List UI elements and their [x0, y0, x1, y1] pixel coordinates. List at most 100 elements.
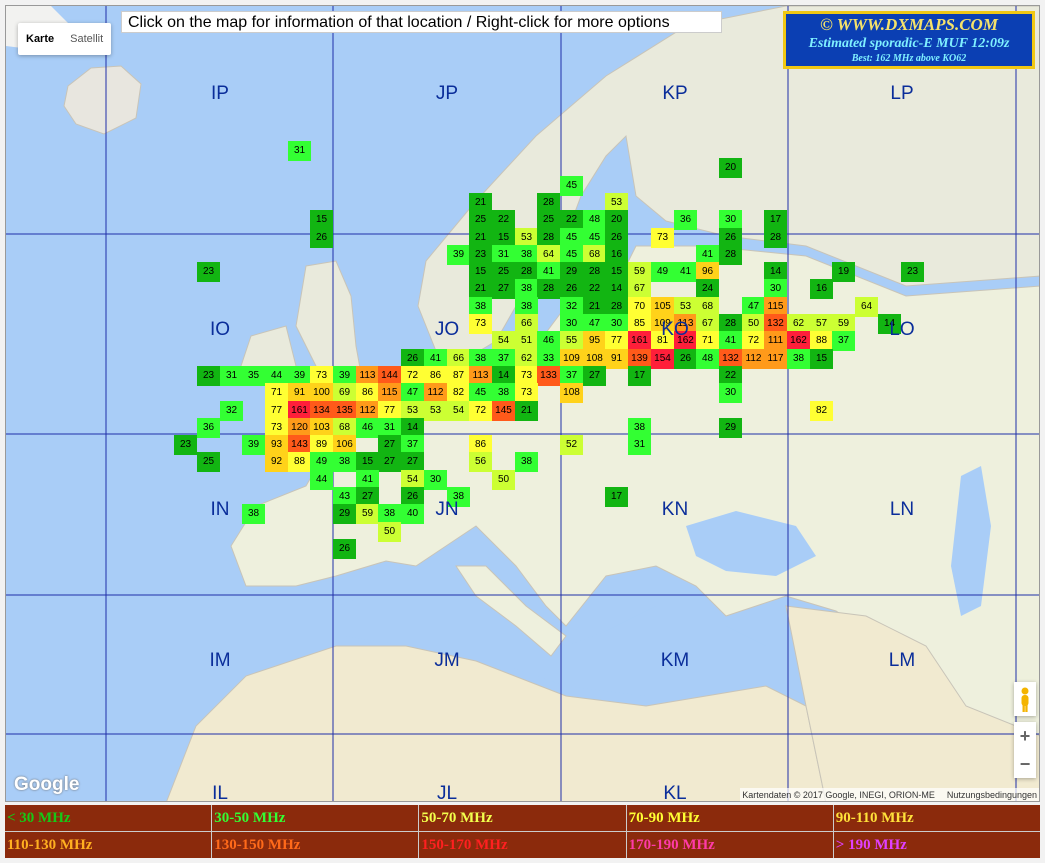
muf-square[interactable]: 45	[469, 383, 492, 403]
muf-square[interactable]: 38	[492, 383, 515, 403]
muf-square[interactable]: 100	[310, 383, 333, 403]
muf-square[interactable]: 26	[310, 228, 333, 248]
muf-square[interactable]: 71	[265, 383, 288, 403]
muf-square[interactable]: 35	[242, 366, 265, 386]
muf-square[interactable]: 112	[742, 349, 765, 369]
muf-square[interactable]: 50	[492, 470, 515, 490]
zoom-out-button[interactable]: −	[1014, 750, 1036, 778]
muf-square[interactable]: 45	[560, 176, 583, 196]
muf-square[interactable]: 77	[605, 331, 628, 351]
muf-square[interactable]: 117	[764, 349, 787, 369]
muf-square[interactable]: 50	[378, 522, 401, 542]
muf-square[interactable]: 25	[469, 210, 492, 230]
muf-square[interactable]: 59	[356, 504, 379, 524]
muf-square[interactable]: 38	[515, 279, 538, 299]
muf-square[interactable]: 36	[674, 210, 697, 230]
muf-square[interactable]: 54	[492, 331, 515, 351]
muf-square[interactable]: 21	[469, 279, 492, 299]
muf-square[interactable]: 14	[605, 279, 628, 299]
muf-square[interactable]: 38	[378, 504, 401, 524]
muf-square[interactable]: 38	[787, 349, 810, 369]
muf-square[interactable]: 111	[764, 331, 787, 351]
muf-square[interactable]: 72	[469, 401, 492, 421]
muf-square[interactable]: 161	[628, 331, 651, 351]
muf-square[interactable]: 112	[424, 383, 447, 403]
muf-square[interactable]: 36	[197, 418, 220, 438]
muf-square[interactable]: 108	[560, 383, 583, 403]
muf-square[interactable]: 53	[424, 401, 447, 421]
muf-square[interactable]: 133	[537, 366, 560, 386]
muf-square[interactable]: 17	[628, 366, 651, 386]
muf-square[interactable]: 22	[560, 210, 583, 230]
muf-square[interactable]: 15	[310, 210, 333, 230]
muf-square[interactable]: 17	[605, 487, 628, 507]
muf-square[interactable]: 30	[764, 279, 787, 299]
muf-square[interactable]: 27	[492, 279, 515, 299]
muf-square[interactable]: 32	[220, 401, 243, 421]
muf-square[interactable]: 38	[242, 504, 265, 524]
muf-square[interactable]: 19	[832, 262, 855, 282]
muf-square[interactable]: 27	[378, 452, 401, 472]
muf-square[interactable]: 41	[674, 262, 697, 282]
muf-square[interactable]: 23	[197, 366, 220, 386]
muf-square[interactable]: 20	[719, 158, 742, 178]
muf-square[interactable]: 49	[310, 452, 333, 472]
muf-square[interactable]: 23	[197, 262, 220, 282]
muf-square[interactable]: 46	[356, 418, 379, 438]
muf-square[interactable]: 82	[447, 383, 470, 403]
muf-square[interactable]: 17	[764, 210, 787, 230]
muf-square[interactable]: 40	[401, 504, 424, 524]
muf-square[interactable]: 92	[265, 452, 288, 472]
muf-square[interactable]: 54	[447, 401, 470, 421]
muf-square[interactable]: 145	[492, 401, 515, 421]
muf-square[interactable]: 27	[401, 452, 424, 472]
muf-square[interactable]: 22	[492, 210, 515, 230]
muf-square[interactable]: 38	[515, 452, 538, 472]
muf-square[interactable]: 73	[515, 383, 538, 403]
zoom-in-button[interactable]: +	[1014, 722, 1036, 750]
muf-square[interactable]: 52	[560, 435, 583, 455]
muf-square[interactable]: 39	[242, 435, 265, 455]
muf-square[interactable]: 115	[378, 383, 401, 403]
muf-square[interactable]: 49	[651, 262, 674, 282]
muf-square[interactable]: 39	[447, 245, 470, 265]
muf-square[interactable]: 25	[197, 452, 220, 472]
map-type-satellite-button[interactable]: Satellit	[62, 23, 111, 55]
muf-square[interactable]: 51	[515, 331, 538, 351]
muf-square[interactable]: 16	[810, 279, 833, 299]
muf-square[interactable]: 91	[288, 383, 311, 403]
terms-link[interactable]: Nutzungsbedingungen	[947, 788, 1037, 801]
muf-square[interactable]: 30	[719, 210, 742, 230]
muf-square[interactable]: 64	[855, 297, 878, 317]
muf-square[interactable]: 30	[719, 383, 742, 403]
muf-square[interactable]: 91	[605, 349, 628, 369]
muf-square[interactable]: 22	[583, 279, 606, 299]
muf-square[interactable]: 31	[288, 141, 311, 161]
muf-square[interactable]: 21	[515, 401, 538, 421]
muf-square[interactable]: 67	[628, 279, 651, 299]
muf-square[interactable]: 31	[628, 435, 651, 455]
muf-square[interactable]: 154	[651, 349, 674, 369]
muf-square[interactable]: 47	[401, 383, 424, 403]
muf-square[interactable]: 26	[560, 279, 583, 299]
muf-square[interactable]: 95	[583, 331, 606, 351]
muf-square[interactable]: 48	[583, 210, 606, 230]
muf-square[interactable]: 48	[696, 349, 719, 369]
muf-square[interactable]: 26	[333, 539, 356, 559]
muf-square[interactable]: 27	[583, 366, 606, 386]
muf-square[interactable]: 88	[288, 452, 311, 472]
muf-square[interactable]: 73	[651, 228, 674, 248]
muf-square[interactable]: 15	[810, 349, 833, 369]
muf-square[interactable]: 29	[333, 504, 356, 524]
muf-square[interactable]: 28	[719, 245, 742, 265]
muf-square[interactable]: 44	[310, 470, 333, 490]
muf-square[interactable]: 55	[560, 331, 583, 351]
street-view-pegman-icon[interactable]	[1014, 682, 1036, 716]
muf-square[interactable]: 31	[220, 366, 243, 386]
muf-square[interactable]: 88	[810, 331, 833, 351]
muf-square[interactable]: 162	[787, 331, 810, 351]
map-canvas[interactable]: 31 20 45 21 28 53 15 25 22 25 22 48 20 36 30 17 26 21 15 53…	[5, 5, 1040, 802]
muf-square[interactable]: 82	[810, 401, 833, 421]
muf-square[interactable]: 26	[674, 349, 697, 369]
muf-square[interactable]: 24	[696, 279, 719, 299]
